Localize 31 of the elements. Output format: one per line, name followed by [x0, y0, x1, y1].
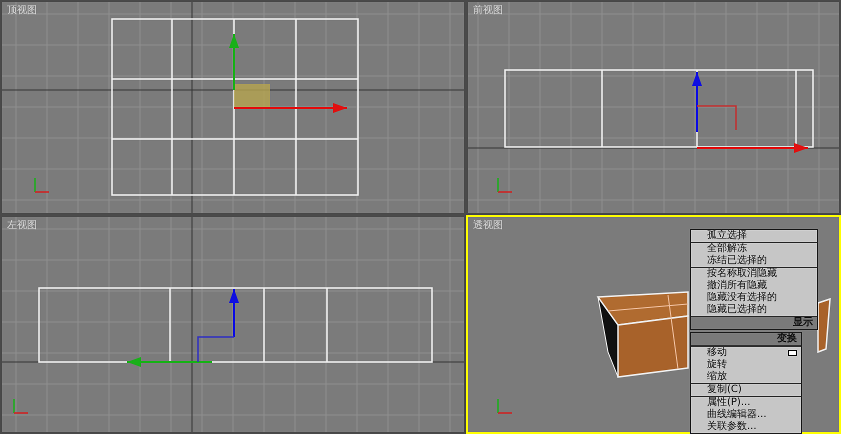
axis-tripod-icon: [13, 399, 28, 414]
z-axis-arrow-icon: [692, 72, 702, 132]
menu-item[interactable]: 按名称取消隐藏: [691, 268, 817, 280]
x-axis-arrow-icon: [234, 103, 347, 113]
axis-tripod-icon: [497, 178, 512, 193]
menu-item[interactable]: 属性(P)...: [691, 397, 801, 409]
menu-item[interactable]: 撤消所有隐藏: [691, 280, 817, 292]
menu-item[interactable]: 隐藏已选择的: [691, 304, 817, 316]
options-box-icon[interactable]: [788, 350, 797, 356]
z-axis-arrow-icon: [229, 289, 239, 337]
menu-item[interactable]: 冻结已选择的: [691, 255, 817, 267]
menu-item[interactable]: 移动: [691, 347, 801, 359]
axis-tripod-icon: [34, 178, 49, 193]
y-axis-arrow-icon: [127, 357, 212, 367]
menu-item[interactable]: 全部解冻: [691, 243, 817, 255]
menu-header: 变换: [691, 333, 801, 346]
menu-item[interactable]: 关联参数...: [691, 421, 801, 433]
axis-tripod-icon: [497, 399, 512, 414]
menu-item[interactable]: 旋转: [691, 359, 801, 371]
box-drawing: [817, 298, 831, 354]
menu-item[interactable]: 曲线编辑器...: [691, 409, 801, 421]
menu-item[interactable]: 复制(C): [691, 384, 801, 396]
plane-handle-icon: [197, 336, 234, 362]
menu-item[interactable]: 孤立选择: [691, 230, 817, 242]
menu-header: 显示: [691, 316, 817, 329]
plane-handle-icon: [697, 105, 737, 130]
x-axis-arrow-icon: [697, 143, 808, 153]
y-axis-arrow-icon: [229, 34, 239, 90]
selection-plane: [234, 84, 270, 108]
menu-item[interactable]: 隐藏没有选择的: [691, 292, 817, 304]
menu-item[interactable]: 缩放: [691, 371, 801, 383]
